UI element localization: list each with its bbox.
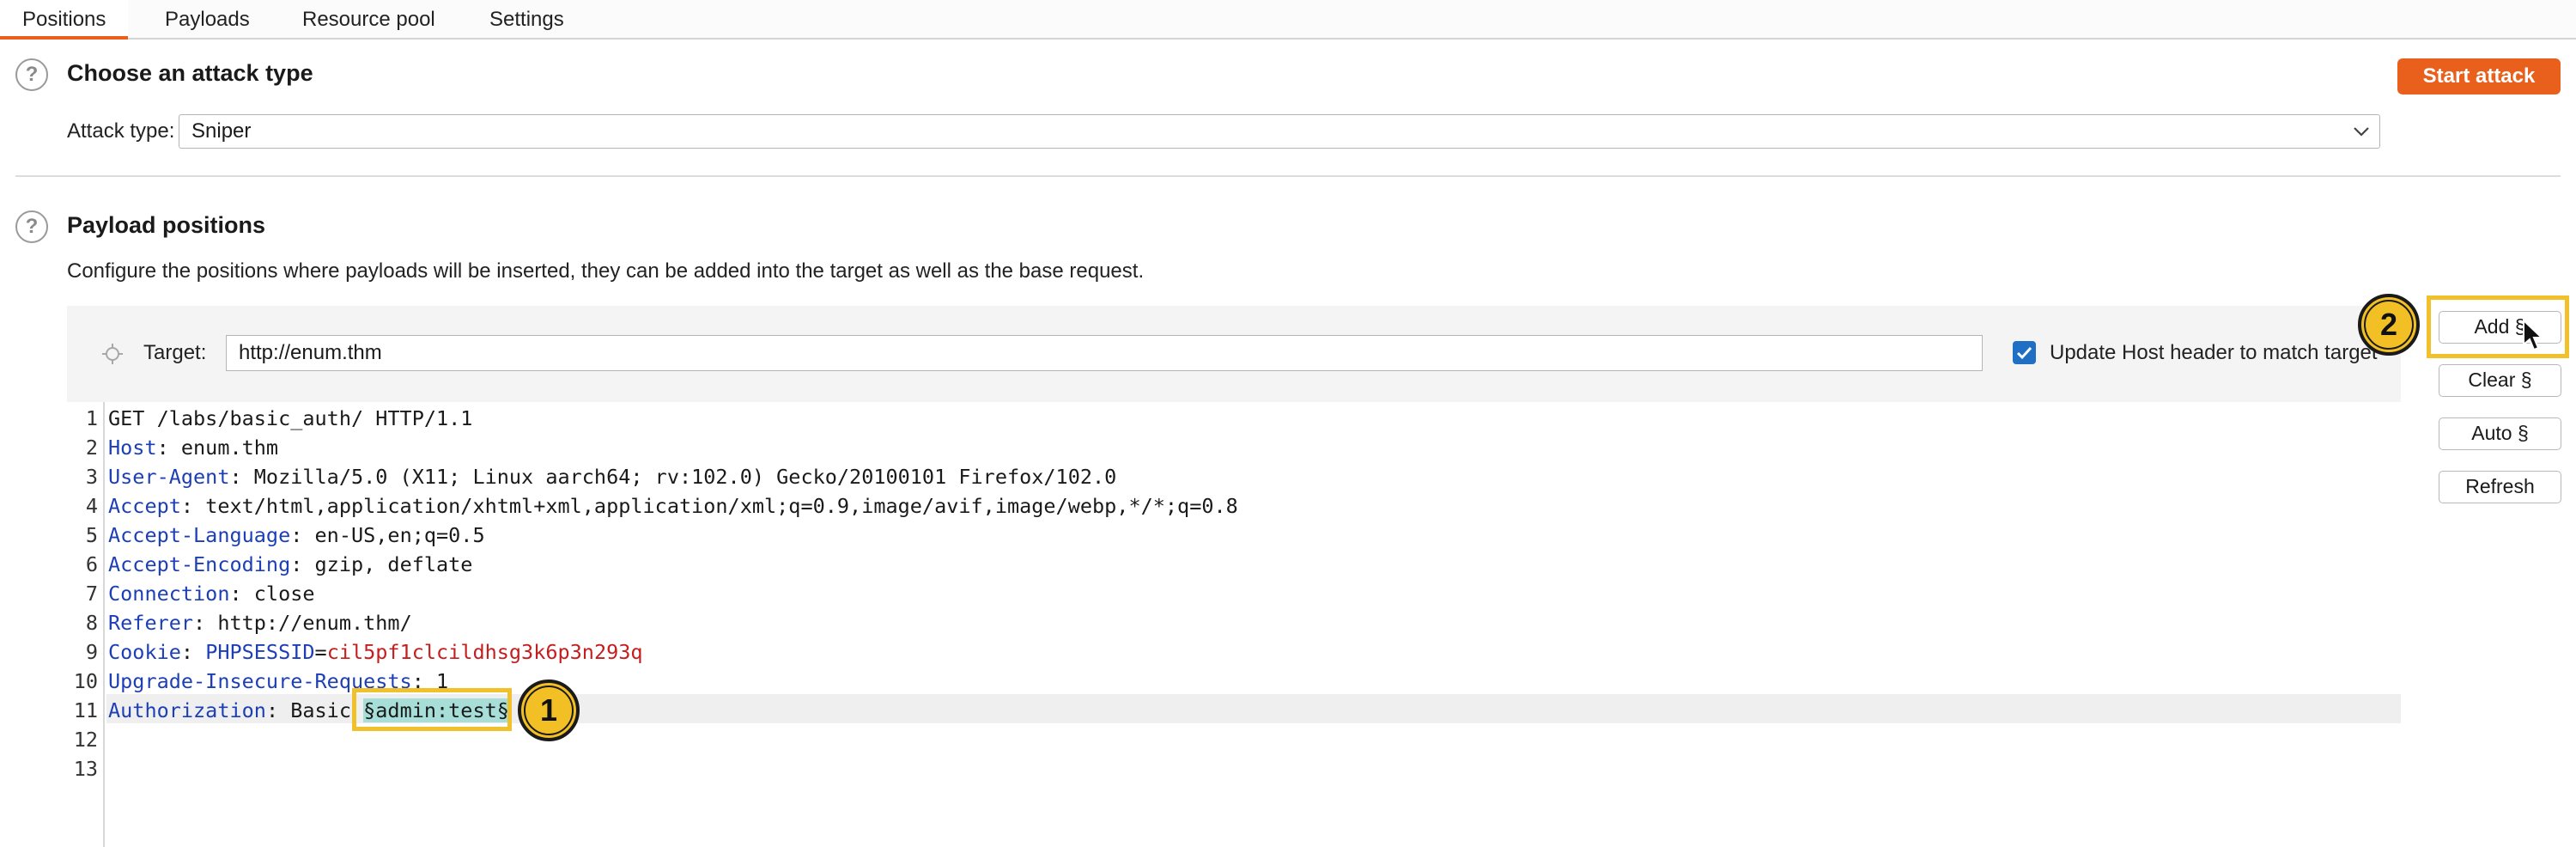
header-separator: : [193, 611, 218, 635]
line-number: 7 [85, 582, 98, 606]
target-label: Target: [143, 341, 207, 364]
header-name: Accept [108, 494, 181, 518]
attack-type-section-title: Choose an attack type [67, 60, 313, 86]
start-attack-button[interactable]: Start attack [2397, 58, 2561, 94]
header-separator: : [290, 523, 315, 547]
header-name: Accept-Encoding [108, 552, 291, 576]
line-number: 3 [85, 465, 98, 489]
header-value: close [253, 582, 315, 606]
help-circle-icon[interactable]: ? [15, 210, 48, 243]
line-text: Referer: http://enum.thm/ [108, 608, 412, 637]
checkmark-icon [2016, 346, 2032, 360]
update-host-label: Update Host header to match target [2050, 341, 2378, 364]
line-number: 13 [73, 757, 98, 781]
attack-type-select[interactable]: Sniper [179, 114, 2380, 149]
attack-type-label: Attack type: [67, 119, 175, 143]
auto-markers-button[interactable]: Auto § [2439, 417, 2561, 450]
line-text: Cookie: PHPSESSID=cil5pf1clcildhsg3k6p3n… [108, 637, 643, 667]
line-number: 4 [85, 494, 98, 518]
header-value: gzip, deflate [314, 552, 473, 576]
line-number: 11 [73, 698, 98, 722]
payload-positions-description: Configure the positions where payloads w… [67, 259, 1145, 283]
mouse-pointer-icon [2523, 319, 2544, 351]
line-number: 10 [73, 669, 98, 693]
line-number: 6 [85, 552, 98, 576]
header-separator: : [229, 582, 254, 606]
line-text: Accept-Encoding: gzip, deflate [108, 550, 472, 579]
chevron-down-icon [2354, 127, 2369, 137]
line-number: 9 [85, 640, 98, 664]
header-name: Authorization [108, 698, 266, 722]
tab-positions[interactable]: Positions [0, 0, 129, 40]
annotation-badge-2: 2 [2358, 294, 2420, 356]
tab-settings[interactable]: Settings [467, 0, 586, 40]
tab-resource-pool[interactable]: Resource pool [280, 0, 458, 40]
crosshair-icon [102, 344, 123, 364]
annotation-badge-1: 1 [518, 679, 580, 741]
header-separator: : [265, 698, 291, 722]
header-separator: : [156, 436, 181, 460]
header-name: Accept-Language [108, 523, 291, 547]
line-number: 2 [85, 436, 98, 460]
line-number: 12 [73, 728, 98, 752]
section-divider [15, 175, 2561, 177]
target-input[interactable]: http://enum.thm [226, 335, 1983, 371]
line-text: Host: enum.thm [108, 433, 278, 462]
header-value: http://enum.thm/ [217, 611, 412, 635]
cookie-equals: = [314, 640, 327, 664]
line-text: Accept: text/html,application/xhtml+xml,… [108, 491, 1238, 521]
header-value: text/html,application/xhtml+xml,applicat… [205, 494, 1238, 518]
payload-annotation-box [352, 688, 512, 731]
header-separator: : [180, 640, 206, 664]
line-number: 1 [85, 406, 98, 430]
header-name: Connection [108, 582, 230, 606]
refresh-button[interactable]: Refresh [2439, 471, 2561, 503]
header-name: User-Agent [108, 465, 230, 489]
update-host-checkbox[interactable] [2013, 341, 2036, 364]
cookie-value: cil5pf1clcildhsg3k6p3n293q [326, 640, 643, 664]
clear-markers-button[interactable]: Clear § [2439, 364, 2561, 397]
line-number: 8 [85, 611, 98, 635]
attack-type-value: Sniper [191, 119, 252, 143]
line-text: Connection: close [108, 579, 315, 608]
header-value: Mozilla/5.0 (X11; Linux aarch64; rv:102.… [253, 465, 1117, 489]
line-number: 5 [85, 523, 98, 547]
header-name: Host [108, 436, 157, 460]
payload-positions-title: Payload positions [67, 212, 266, 238]
line-text: GET /labs/basic_auth/ HTTP/1.1 [108, 404, 472, 433]
request-editor[interactable]: 1 GET /labs/basic_auth/ HTTP/1.1 2 Host: en… [67, 402, 2401, 847]
cookie-name: PHPSESSID [205, 640, 315, 664]
tab-bar: Positions Payloads Resource pool Setting… [0, 0, 2576, 40]
tab-payloads[interactable]: Payloads [143, 0, 272, 40]
line-text: User-Agent: Mozilla/5.0 (X11; Linux aarc… [108, 462, 1116, 491]
header-separator: : [229, 465, 254, 489]
header-separator: : [180, 494, 206, 518]
header-value: enum.thm [180, 436, 279, 460]
header-name: Referer [108, 611, 194, 635]
header-name: Cookie [108, 640, 181, 664]
request-text: GET /labs/basic_auth/ HTTP/1.1 [108, 406, 473, 430]
header-separator: : [290, 552, 315, 576]
line-text: Accept-Language: en-US,en;q=0.5 [108, 521, 485, 550]
help-circle-icon[interactable]: ? [15, 58, 48, 91]
header-value: en-US,en;q=0.5 [314, 523, 485, 547]
